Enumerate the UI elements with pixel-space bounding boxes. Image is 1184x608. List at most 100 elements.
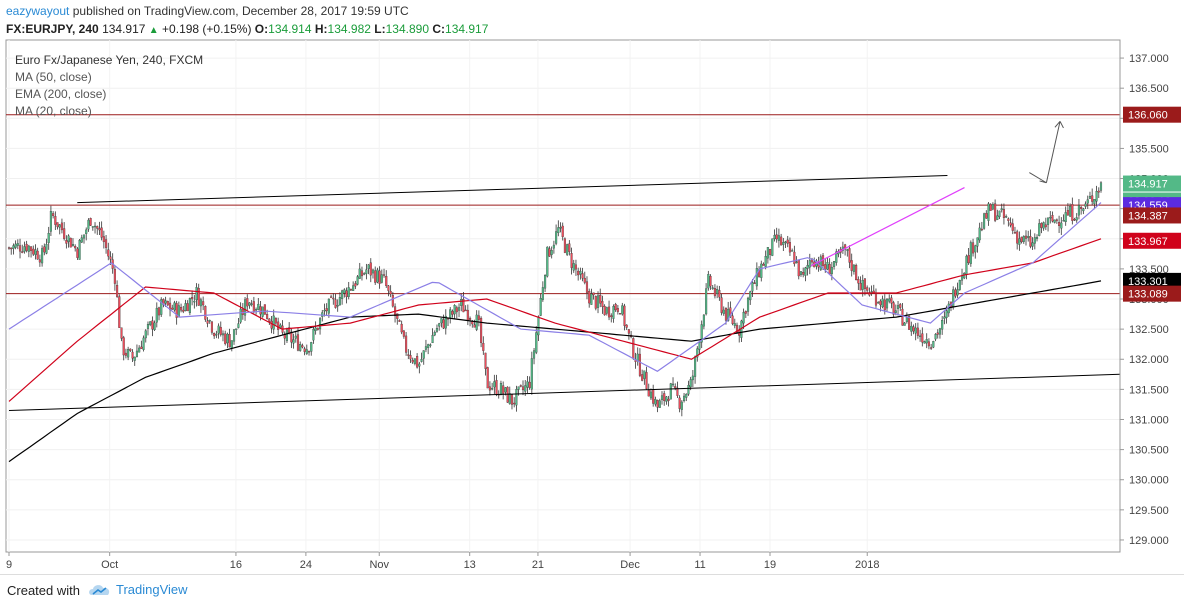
- candle-body: [12, 245, 15, 249]
- candle-body: [1020, 236, 1023, 243]
- candle-body: [610, 315, 613, 318]
- candle-body: [488, 386, 491, 391]
- candle-body: [1005, 216, 1008, 218]
- candle-body: [791, 250, 794, 252]
- candle-body: [755, 268, 758, 287]
- candle-body: [943, 316, 946, 319]
- tradingview-link[interactable]: TradingView: [88, 581, 188, 597]
- candle-body: [616, 308, 619, 312]
- candle-body: [998, 210, 1001, 217]
- candle-body: [153, 322, 156, 331]
- candle-body: [941, 320, 944, 330]
- candle-body: [416, 356, 419, 368]
- candle-body: [555, 231, 558, 244]
- candle-body: [250, 303, 253, 305]
- candle-body: [888, 298, 891, 302]
- time-axis[interactable]: 9 Oct 16 24 Nov 13 21 Dec 11 19 2018: [6, 552, 880, 571]
- candle-body: [674, 386, 677, 389]
- candle-body: [1033, 237, 1036, 244]
- candle-body: [307, 351, 311, 353]
- price-tick-label: 137.000: [1129, 53, 1169, 65]
- candle-body: [98, 228, 101, 231]
- candle-body: [330, 296, 333, 298]
- candle-body: [797, 260, 800, 277]
- candle-body: [1038, 223, 1041, 236]
- price-chart[interactable]: 129.000 129.500 130.000 130.500 131.000 131.5…: [0, 0, 1184, 574]
- candle-body: [440, 318, 443, 324]
- candle-body: [641, 374, 644, 381]
- candle-body: [272, 315, 275, 330]
- candle-body: [991, 204, 994, 210]
- candle-body: [74, 246, 77, 249]
- legend-ema200[interactable]: EMA (200, close): [15, 87, 106, 101]
- tradingview-cloud-icon: [89, 584, 110, 595]
- candle-body: [1002, 209, 1005, 219]
- candle-body: [561, 225, 564, 237]
- candle-body: [47, 232, 50, 243]
- candle-body: [360, 270, 364, 277]
- time-tick-label: 9: [6, 559, 12, 571]
- candle-body: [544, 275, 547, 289]
- candle-body: [592, 292, 595, 296]
- candle-body: [557, 227, 560, 234]
- candle-body: [374, 270, 377, 283]
- candle-body: [186, 303, 189, 312]
- candle-body: [343, 289, 346, 294]
- candle-body: [499, 383, 503, 395]
- legend-ma50[interactable]: MA (50, close): [15, 70, 92, 84]
- candle-body: [63, 228, 66, 239]
- candle-body: [69, 237, 72, 248]
- candle-body: [118, 296, 121, 328]
- candle-body: [453, 305, 456, 315]
- time-tick-label: Dec: [620, 559, 640, 571]
- candle-body: [799, 271, 803, 275]
- candle-body: [852, 264, 855, 272]
- candle-body: [442, 319, 445, 329]
- candle-body: [336, 305, 339, 307]
- candle-body: [572, 263, 575, 271]
- candle-body: [120, 327, 123, 339]
- candle-body: [319, 318, 322, 330]
- candle-body: [303, 348, 306, 352]
- candle-body: [486, 367, 489, 389]
- candle-body: [552, 244, 555, 249]
- candle-body: [652, 389, 655, 404]
- candle-body: [930, 347, 933, 349]
- candle-body: [224, 333, 227, 344]
- candle-body: [369, 262, 372, 276]
- candle-body: [270, 320, 273, 329]
- candle-body: [1069, 206, 1072, 217]
- candle-body: [457, 307, 461, 311]
- candle-body: [455, 307, 458, 313]
- candle-body: [711, 287, 714, 289]
- candle-body: [685, 393, 688, 398]
- candle-body: [294, 335, 297, 339]
- candle-body: [632, 338, 635, 359]
- candle-body: [451, 310, 454, 315]
- candle-body: [299, 344, 302, 351]
- candle-body: [398, 320, 401, 322]
- candle-body: [985, 213, 988, 219]
- candle-body: [140, 346, 143, 349]
- candle-body: [691, 375, 694, 381]
- price-axis-badge-text: 134.387: [1128, 210, 1168, 222]
- candle-body: [380, 274, 383, 283]
- candle-body: [923, 341, 926, 344]
- candle-body: [577, 270, 580, 276]
- candle-body: [773, 234, 776, 240]
- candle-body: [325, 308, 328, 312]
- candle-body: [660, 395, 664, 400]
- candle-body: [830, 266, 833, 275]
- candle-body: [89, 218, 92, 226]
- candle-body: [482, 343, 485, 351]
- candle-body: [863, 278, 867, 289]
- candle-body: [60, 222, 63, 231]
- candle-body: [314, 327, 317, 331]
- candle-body: [277, 321, 280, 330]
- candle-body: [38, 259, 41, 263]
- legend-ma20[interactable]: MA (20, close): [15, 104, 92, 118]
- candle-body: [206, 320, 209, 324]
- candle-body: [14, 243, 17, 248]
- candle-body: [138, 347, 141, 353]
- candle-body: [899, 304, 902, 308]
